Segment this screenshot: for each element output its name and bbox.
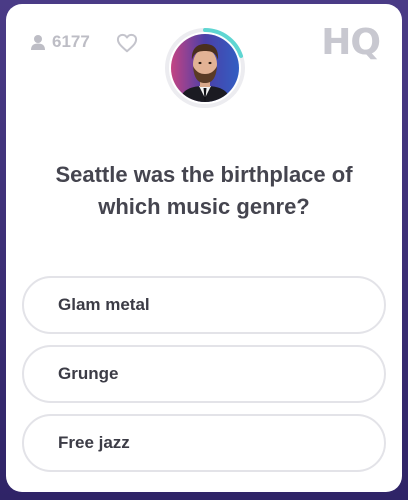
question-text: Seattle was the birthplace of which musi… xyxy=(55,162,353,219)
answer-option-label: Grunge xyxy=(58,364,119,383)
question-card: 6177 HQ Seattle was the birthplace of wh… xyxy=(6,4,402,492)
heart-icon[interactable] xyxy=(116,33,138,53)
hq-logo: HQ xyxy=(321,22,381,63)
person-icon xyxy=(31,35,45,50)
app-background: 6177 HQ Seattle was the birthplace of wh… xyxy=(0,0,408,500)
viewer-count-label: 6177 xyxy=(52,32,90,51)
answer-option-3[interactable]: Free jazz xyxy=(22,414,386,472)
host-avatar-image xyxy=(165,28,245,108)
answer-option-1[interactable]: Glam metal xyxy=(22,276,386,334)
host-avatar xyxy=(163,26,247,110)
answer-option-label: Glam metal xyxy=(58,295,150,314)
answer-option-label: Free jazz xyxy=(58,433,130,452)
viewer-count: 6177 xyxy=(30,32,90,52)
answer-option-2[interactable]: Grunge xyxy=(22,345,386,403)
